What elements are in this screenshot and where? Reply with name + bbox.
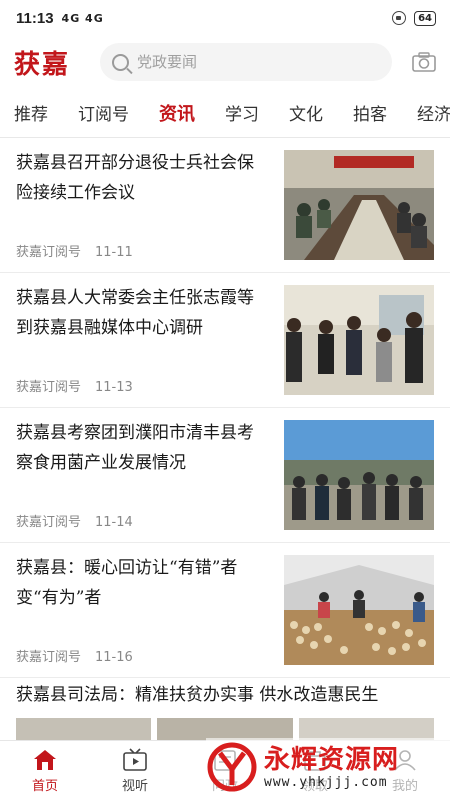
home-icon: [34, 749, 56, 770]
news-source: 获嘉订阅号: [16, 650, 82, 665]
news-thumbnail: [284, 285, 434, 395]
news-meta: 获嘉订阅号 11-11: [16, 241, 133, 260]
app-header: 获嘉: [0, 36, 450, 88]
tab-recommend[interactable]: 推荐: [0, 100, 63, 125]
news-date: 11-11: [95, 245, 133, 260]
search-bar[interactable]: [100, 43, 392, 81]
news-meta: 获嘉订阅号 11-13: [16, 376, 133, 395]
news-date: 11-16: [95, 650, 133, 665]
tab-news[interactable]: 资讯: [144, 100, 210, 126]
news-title: 获嘉县：暖心回访让“有错”者变“有为”者: [16, 558, 238, 608]
news-meta: 获嘉订阅号 11-16: [16, 646, 133, 665]
app-logo: 获嘉: [14, 49, 71, 80]
search-icon: [112, 53, 129, 71]
news-thumbnail: [284, 555, 434, 665]
status-bar: 11:13 4G 4G 64: [0, 0, 450, 36]
camera-icon[interactable]: [412, 52, 436, 72]
news-date: 11-13: [95, 380, 133, 395]
tab-culture[interactable]: 文化: [274, 100, 338, 125]
tab-photo[interactable]: 拍客: [338, 100, 402, 125]
news-list: 获嘉县召开部分退役士兵社会保险接续工作会议 获嘉订阅号 11-11 获嘉县人大常委…: [0, 138, 450, 748]
tab-study[interactable]: 学习: [210, 100, 274, 125]
tv-icon: [123, 747, 147, 771]
search-input[interactable]: [137, 53, 380, 71]
news-title: 获嘉县召开部分退役士兵社会保险接续工作会议: [16, 153, 254, 203]
news-title: 获嘉县人大常委会主任张志霞等到获嘉县融媒体中心调研: [16, 288, 254, 338]
nav-label: 视听: [121, 778, 148, 794]
nav-video[interactable]: 视听: [90, 741, 180, 800]
tab-economy[interactable]: 经济: [402, 100, 450, 125]
news-item[interactable]: 获嘉县考察团到濮阳市清丰县考察食用菌产业发展情况 获嘉订阅号 11-14: [0, 408, 450, 543]
watermark-url: www.yhkjjj.com: [264, 774, 388, 790]
tab-subscriptions[interactable]: 订阅号: [63, 100, 144, 125]
nav-home[interactable]: 首页: [0, 741, 90, 800]
news-item[interactable]: 获嘉县召开部分退役士兵社会保险接续工作会议 获嘉订阅号 11-11: [0, 138, 450, 273]
news-item[interactable]: 获嘉县人大常委会主任张志霞等到获嘉县融媒体中心调研 获嘉订阅号 11-13: [0, 273, 450, 408]
lock-icon: [392, 11, 407, 25]
news-item[interactable]: 获嘉县：暖心回访让“有错”者变“有为”者 获嘉订阅号 11-16: [0, 543, 450, 678]
watermark-logo-icon: [207, 742, 257, 792]
watermark-text: 永辉资源网: [264, 744, 400, 775]
watermark: 永辉资源网 www.yhkjjj.com: [206, 738, 450, 796]
news-thumbnail: [284, 420, 434, 530]
news-source: 获嘉订阅号: [16, 245, 82, 260]
news-meta: 获嘉订阅号 11-14: [16, 511, 133, 530]
news-date: 11-14: [95, 515, 133, 530]
category-tabs: 推荐 订阅号 资讯 学习 文化 拍客 经济: [0, 88, 450, 138]
news-title: 获嘉县司法局：精准扶贫办实事 供水改造惠民生: [16, 685, 379, 705]
news-source: 获嘉订阅号: [16, 380, 82, 395]
signal-icon: 4G 4G: [61, 11, 104, 25]
battery-icon: 64: [414, 10, 436, 26]
news-thumbnail: [284, 150, 434, 260]
news-title: 获嘉县考察团到濮阳市清丰县考察食用菌产业发展情况: [16, 423, 254, 473]
nav-label: 首页: [31, 778, 58, 794]
news-source: 获嘉订阅号: [16, 515, 82, 530]
status-time: 11:13: [16, 9, 54, 27]
